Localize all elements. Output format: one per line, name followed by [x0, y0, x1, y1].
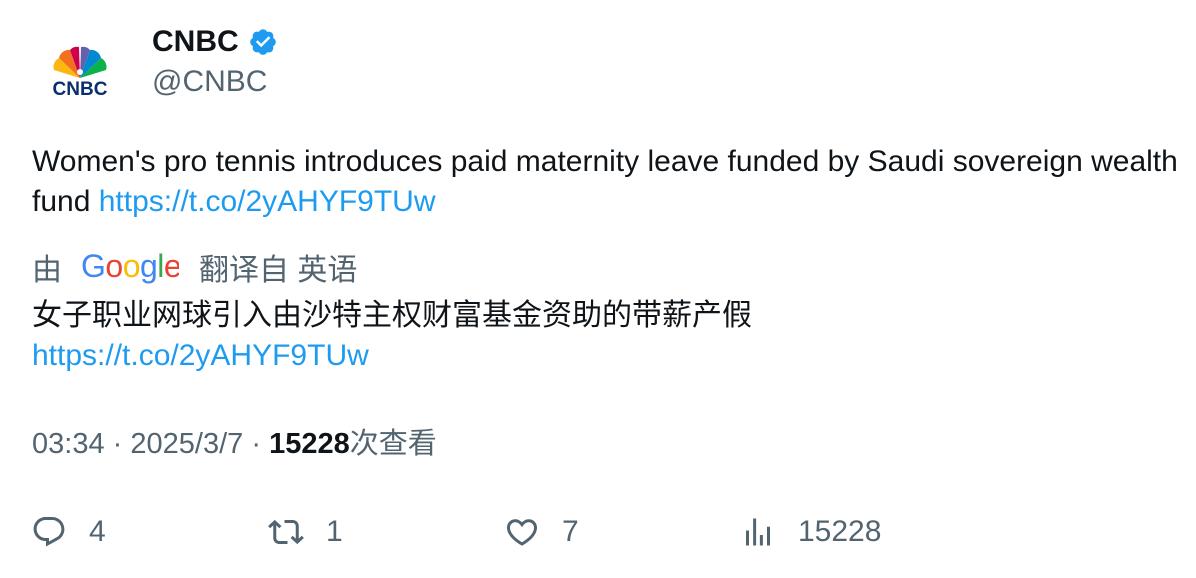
like-button[interactable]: 7 — [504, 510, 579, 554]
retweet-icon — [268, 519, 304, 545]
verified-badge-icon — [249, 29, 276, 55]
tweet-meta: 03:34 · 2025/3/7 · 15228次查看 — [32, 424, 437, 464]
tweet-text: Women's pro tennis introduces paid mater… — [32, 142, 1182, 222]
google-logo[interactable]: Google — [81, 250, 179, 284]
views-count: 15228 — [269, 428, 350, 460]
reply-count: 4 — [89, 515, 106, 548]
logo-text: CNBC — [53, 79, 108, 100]
translated-text: 女子职业网球引入由沙特主权财富基金资助的带薪产假 https://t.co/2y… — [32, 296, 1182, 376]
like-icon — [506, 519, 538, 546]
translation-attribution: 由 Google 翻译自 英语 — [32, 246, 357, 288]
reply-button[interactable]: 4 — [31, 510, 106, 554]
translation-suffix: 翻译自 英语 — [199, 254, 358, 287]
avatar[interactable]: CNBC — [32, 31, 128, 127]
translated-link[interactable]: https://t.co/2yAHYF9TUw — [32, 336, 1182, 376]
views-label: 次查看 — [349, 428, 437, 460]
cnbc-peacock-logo: CNBC — [53, 46, 108, 100]
views-action-count: 15228 — [798, 515, 882, 548]
reply-icon — [33, 517, 65, 547]
retweet-count: 1 — [326, 515, 343, 548]
meta-separator: · — [112, 428, 123, 460]
views-icon — [746, 518, 770, 546]
retweet-button[interactable]: 1 — [268, 510, 343, 554]
translated-body: 女子职业网球引入由沙特主权财富基金资助的带薪产假 — [32, 299, 752, 332]
tweet-time[interactable]: 03:34 — [32, 428, 105, 460]
tweet-date[interactable]: 2025/3/7 — [130, 428, 243, 460]
views-button[interactable]: 15228 — [740, 510, 881, 554]
meta-separator: · — [251, 428, 261, 460]
author-name-row: CNBC — [152, 22, 278, 62]
author-name[interactable]: CNBC — [152, 22, 239, 62]
author-handle[interactable]: @CNBC — [152, 62, 267, 102]
svg-text:Google: Google — [81, 250, 179, 284]
translation-prefix: 由 — [32, 254, 62, 287]
tweet-link[interactable]: https://t.co/2yAHYF9TUw — [99, 185, 436, 218]
like-count: 7 — [562, 515, 579, 548]
